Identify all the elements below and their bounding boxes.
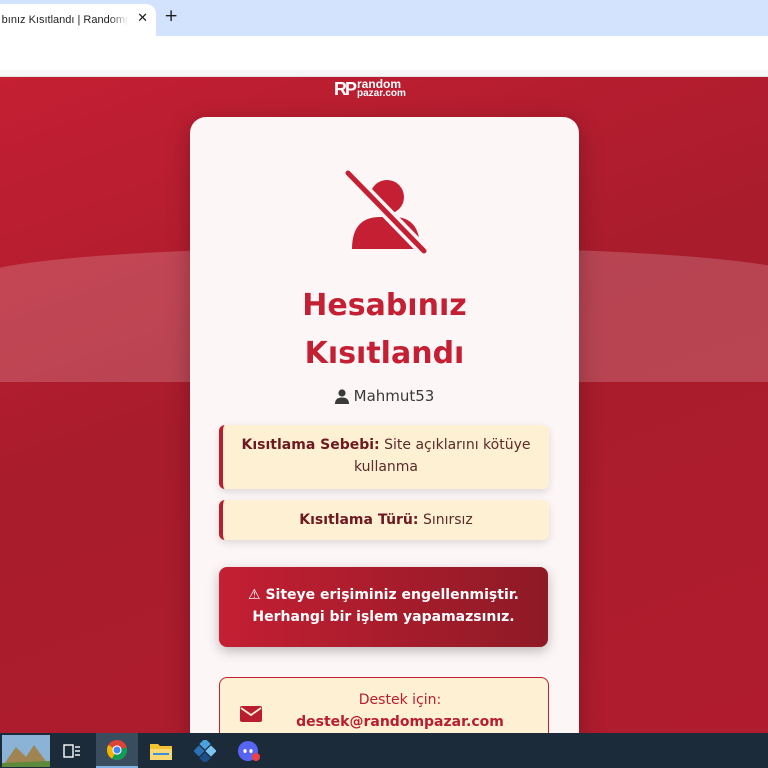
taskbar-discord[interactable]	[230, 733, 268, 768]
restriction-type: Kısıtlama Türü: Sınırsız	[219, 500, 549, 540]
chrome-icon	[107, 739, 128, 760]
task-view-icon	[63, 743, 80, 758]
close-icon[interactable]: ✕	[137, 11, 148, 26]
warning-icon: ⚠	[248, 587, 261, 603]
site-logo[interactable]: RP random pazar.com	[334, 77, 406, 101]
bookmarks-bar	[0, 70, 768, 77]
logo-line2: pazar.com	[357, 88, 406, 99]
restriction-card: Hesabınız Kısıtlandı Mahmut53 Kısıtlama …	[190, 117, 579, 733]
task-view-button[interactable]	[55, 733, 89, 768]
landscape-icon	[2, 734, 50, 767]
username-row: Mahmut53	[190, 387, 579, 405]
file-explorer-icon	[150, 743, 172, 760]
page-content: RP random pazar.com Hesabınız Kısıtlandı…	[0, 77, 768, 733]
type-label: Kısıtlama Türü:	[299, 512, 419, 528]
logo-text: random pazar.com	[357, 78, 406, 99]
taskbar-file-explorer[interactable]	[142, 733, 180, 768]
new-tab-button[interactable]: +	[164, 6, 178, 26]
user-icon	[334, 388, 349, 404]
alert-line1: Siteye erişiminiz engellenmiştir.	[265, 587, 519, 603]
weather-widget[interactable]	[0, 733, 52, 768]
user-slash-icon	[342, 169, 430, 257]
taskbar	[0, 733, 768, 768]
page-title: Hesabınız Kısıtlandı	[302, 288, 467, 371]
browser-tab[interactable]: Hesabınız Kısıtlandı | Randompazar ✕	[0, 4, 156, 36]
tab-title: Hesabınız Kısıtlandı | Randompazar	[2, 14, 128, 26]
app-icon	[194, 739, 216, 762]
support-box[interactable]: Destek için: destek@randompazar.com	[219, 677, 549, 733]
restriction-reason: Kısıtlama Sebebi: Site açıklarını kötüye…	[219, 425, 549, 489]
support-email-link[interactable]: destek@randompazar.com	[270, 714, 530, 730]
username: Mahmut53	[353, 387, 435, 405]
taskbar-app[interactable]	[186, 733, 224, 768]
reason-value: Site açıklarını kötüye kullanma	[354, 437, 531, 475]
mail-icon	[240, 706, 262, 722]
logo-mark: RP	[334, 78, 357, 99]
browser-toolbar	[0, 36, 768, 70]
discord-icon	[238, 740, 260, 761]
browser-tab-bar: Hesabınız Kısıtlandı | Randompazar ✕ +	[0, 0, 768, 36]
support-label: Destek için:	[358, 692, 442, 708]
taskbar-chrome[interactable]	[96, 733, 138, 768]
type-value: Sınırsız	[422, 512, 473, 528]
reason-label: Kısıtlama Sebebi:	[241, 437, 380, 453]
alert-line2: Herhangi bir işlem yapamazsınız.	[252, 609, 515, 625]
access-blocked-alert: ⚠ Siteye erişiminiz engellenmiştir. Herh…	[219, 567, 548, 647]
